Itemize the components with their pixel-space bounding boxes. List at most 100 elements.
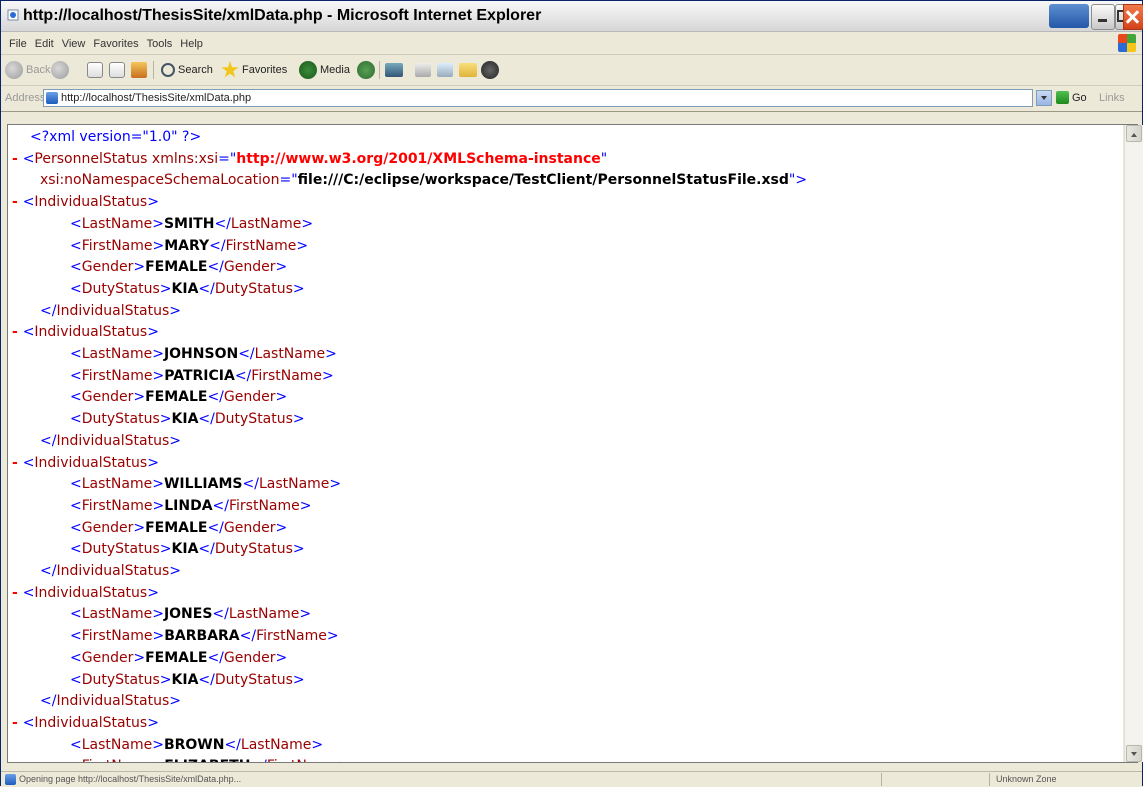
record-close-1: </IndividualStatus> <box>40 431 181 453</box>
record-open-4[interactable]: - <IndividualStatus> <box>12 713 159 735</box>
print-button[interactable] <box>415 60 434 80</box>
record-open-3[interactable]: - <IndividualStatus> <box>12 583 159 605</box>
tag-bracket: < <box>70 736 82 753</box>
record-open-0[interactable]: - <IndividualStatus> <box>12 192 159 214</box>
field-tag-name: FirstName <box>81 497 153 514</box>
tag-bracket: < <box>70 259 82 276</box>
history-button[interactable] <box>357 60 378 80</box>
collapse-toggle: - <box>12 714 23 731</box>
field-value: JONES <box>163 606 213 623</box>
printer-icon <box>415 63 431 77</box>
stop-button[interactable] <box>87 60 106 80</box>
scroll-up-button[interactable] <box>1126 125 1142 142</box>
field-tag-name: FirstName <box>251 367 323 384</box>
field-tag-name: LastName <box>258 476 330 493</box>
scrollbar-track[interactable] <box>1125 143 1143 744</box>
links-button[interactable]: Links <box>1099 92 1125 104</box>
field-dutystatus-0: <DutyStatus>KIA</DutyStatus> <box>70 279 305 301</box>
field-tag-name: LastName <box>81 736 153 753</box>
messenger-button[interactable] <box>481 60 502 80</box>
tag-bracket: > <box>147 454 159 471</box>
xml-declaration: <?xml version="1.0" ?> <box>30 127 201 149</box>
tag-bracket: < <box>70 649 82 666</box>
field-value: FEMALE <box>145 649 208 666</box>
tag-bracket: > <box>301 215 314 232</box>
tag-bracket: > <box>159 411 172 428</box>
menu-view[interactable]: View <box>58 34 90 50</box>
field-value: ELIZABETH <box>164 758 250 762</box>
edit-button[interactable] <box>437 60 456 80</box>
tag-bracket: > <box>152 497 165 514</box>
tag-bracket: </ <box>212 497 229 514</box>
status-separator <box>881 773 882 786</box>
tag-bracket: < <box>70 411 82 428</box>
menu-file[interactable]: File <box>1 34 31 50</box>
stop-icon <box>87 62 103 78</box>
standard-toolbar: Back Search Favorites Media <box>1 55 1142 86</box>
field-tag-name: LastName <box>81 215 153 232</box>
schema-attr-value: file:///C:/eclipse/workspace/TestClient/… <box>297 172 789 189</box>
close-button[interactable] <box>1123 4 1143 30</box>
favorites-button[interactable]: Favorites <box>221 60 287 80</box>
field-value: KIA <box>171 541 199 558</box>
security-zone-label: Unknown Zone <box>996 774 1057 784</box>
back-button[interactable]: Back <box>5 60 50 80</box>
field-tag-name: LastName <box>230 215 302 232</box>
folder-icon <box>459 63 477 77</box>
tag-bracket: > <box>152 476 164 493</box>
record-open-2[interactable]: - <IndividualStatus> <box>12 453 159 475</box>
mail-button[interactable] <box>385 60 406 80</box>
collapse-toggle: - <box>12 194 23 211</box>
search-label: Search <box>178 64 213 76</box>
home-icon <box>131 62 147 78</box>
record-open-1[interactable]: - <IndividualStatus> <box>12 322 159 344</box>
field-value: KIA <box>171 671 199 688</box>
forward-button[interactable] <box>51 60 72 80</box>
home-button[interactable] <box>131 60 150 80</box>
tag-bracket: > <box>275 519 288 536</box>
media-icon <box>299 61 317 79</box>
menu-tools[interactable]: Tools <box>143 34 177 50</box>
field-tag-name: FirstName <box>81 367 153 384</box>
tag-bracket: > <box>275 259 288 276</box>
collapse-toggle: - <box>12 584 23 601</box>
vertical-scrollbar[interactable] <box>1124 125 1143 762</box>
go-button[interactable]: Go <box>1056 91 1087 104</box>
address-bar: Address http://localhost/ThesisSite/xmlD… <box>1 86 1142 112</box>
field-lastname-2: <LastName>WILLIAMS</LastName> <box>70 474 341 496</box>
title-bar[interactable]: http://localhost/ThesisSite/xmlData.php … <box>1 1 1143 32</box>
folder-button[interactable] <box>459 60 480 80</box>
tag-bracket: > <box>169 302 181 319</box>
tag-bracket: < <box>22 324 35 341</box>
root-element-open[interactable]: - <PersonnelStatus xmlns:xsi="http://www… <box>12 149 607 171</box>
field-tag-name: DutyStatus <box>81 541 160 558</box>
minimize-button[interactable] <box>1091 4 1115 30</box>
search-button[interactable]: Search <box>161 60 213 80</box>
field-tag-name: Gender <box>223 389 276 406</box>
tag-bracket: > <box>152 736 164 753</box>
refresh-button[interactable] <box>109 60 128 80</box>
tag-bracket: > <box>159 280 172 297</box>
tag-bracket: > <box>299 497 312 514</box>
menu-help[interactable]: Help <box>176 34 207 50</box>
menu-edit[interactable]: Edit <box>31 34 58 50</box>
media-button[interactable]: Media <box>299 60 350 80</box>
field-value: JOHNSON <box>163 346 239 362</box>
tag-bracket: </ <box>234 367 252 384</box>
tag-bracket: </ <box>214 215 231 232</box>
field-tag-name: DutyStatus <box>81 411 160 428</box>
mail-icon <box>385 63 403 77</box>
loading-page-icon <box>5 774 16 785</box>
field-tag-name: DutyStatus <box>214 671 293 688</box>
tag-bracket: > <box>147 194 159 211</box>
tag-bracket: < <box>22 584 35 601</box>
field-dutystatus-1: <DutyStatus>KIA</DutyStatus> <box>70 409 305 431</box>
tag-bracket: < <box>70 519 82 536</box>
address-dropdown-button[interactable] <box>1036 90 1052 106</box>
edit-icon <box>437 63 453 77</box>
menu-favorites[interactable]: Favorites <box>89 34 142 50</box>
scroll-down-button[interactable] <box>1126 745 1142 762</box>
browser-window: http://localhost/ThesisSite/xmlData.php … <box>0 0 1143 787</box>
field-tag-name: Gender <box>81 259 134 276</box>
address-input[interactable]: http://localhost/ThesisSite/xmlData.php <box>43 89 1033 107</box>
